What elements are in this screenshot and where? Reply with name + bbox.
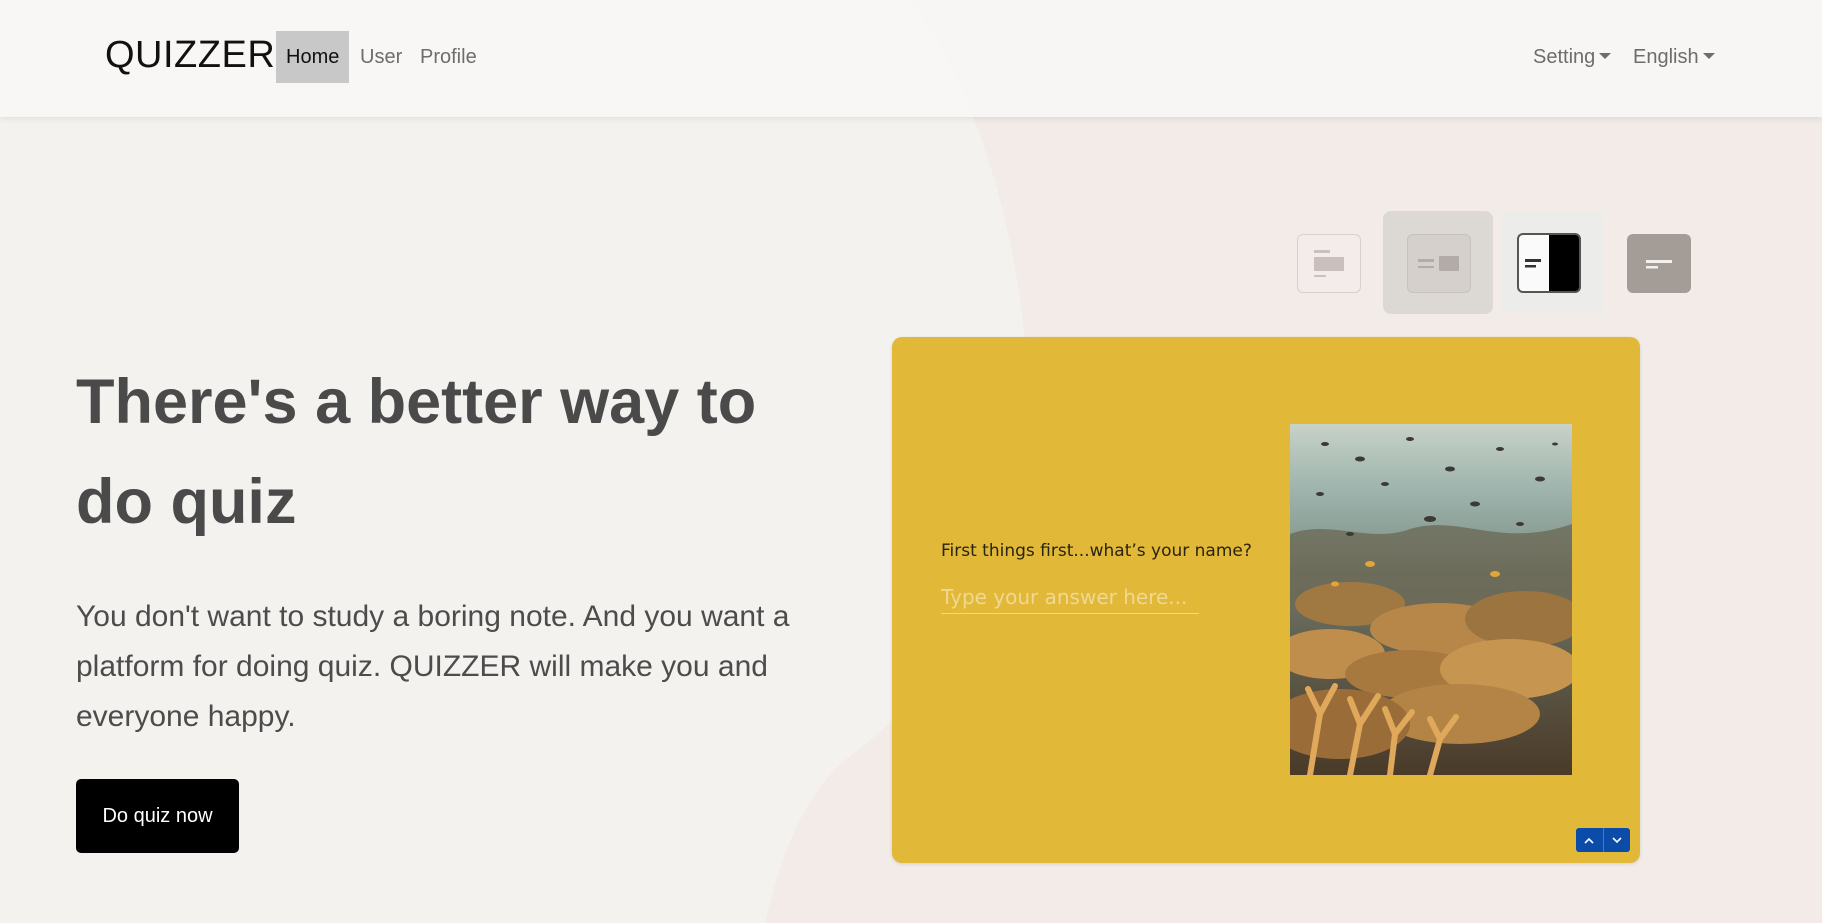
quiz-prev-button[interactable] xyxy=(1576,828,1603,852)
quiz-question: First things first...what’s your name? xyxy=(941,541,1252,561)
hero-title: There's a better way to do quiz xyxy=(76,367,757,537)
layout-text-left-image-right-icon xyxy=(1418,256,1459,271)
layout-option-split[interactable] xyxy=(1517,233,1581,293)
navbar: QUIZZER Home User Profile Setting Englis… xyxy=(0,0,1822,117)
quiz-next-button[interactable] xyxy=(1602,828,1631,852)
brand-logo[interactable]: QUIZZER xyxy=(105,34,275,77)
layout-text-top-image-icon xyxy=(1314,250,1344,277)
caret-down-icon xyxy=(1599,53,1612,59)
layout-option-text-top-image[interactable] xyxy=(1297,234,1361,293)
quiz-answer-input[interactable] xyxy=(941,581,1199,614)
layout-option-text-only[interactable] xyxy=(1627,234,1691,293)
nav-link-profile[interactable]: Profile xyxy=(410,31,487,83)
do-quiz-now-button[interactable]: Do quiz now xyxy=(76,779,239,853)
quiz-preview-card: First things first...what’s your name? xyxy=(892,337,1640,863)
setting-dropdown[interactable]: Setting xyxy=(1533,31,1612,83)
nav-link-user[interactable]: User xyxy=(350,31,412,83)
coral-reef-image xyxy=(1290,424,1572,775)
chevron-up-icon xyxy=(1584,837,1594,844)
setting-dropdown-label: Setting xyxy=(1533,46,1596,68)
layout-option-text-left-image-right[interactable] xyxy=(1407,234,1471,293)
layout-split-icon xyxy=(1525,259,1541,268)
hero-description: You don't want to study a boring note. A… xyxy=(76,600,790,733)
chevron-down-icon xyxy=(1612,836,1622,843)
language-dropdown-label: English xyxy=(1633,46,1699,68)
caret-down-icon xyxy=(1702,53,1715,59)
nav-link-home[interactable]: Home xyxy=(276,31,350,83)
quiz-navigation xyxy=(1576,828,1630,852)
layout-text-only-icon xyxy=(1646,260,1672,269)
language-dropdown[interactable]: English xyxy=(1633,31,1715,83)
